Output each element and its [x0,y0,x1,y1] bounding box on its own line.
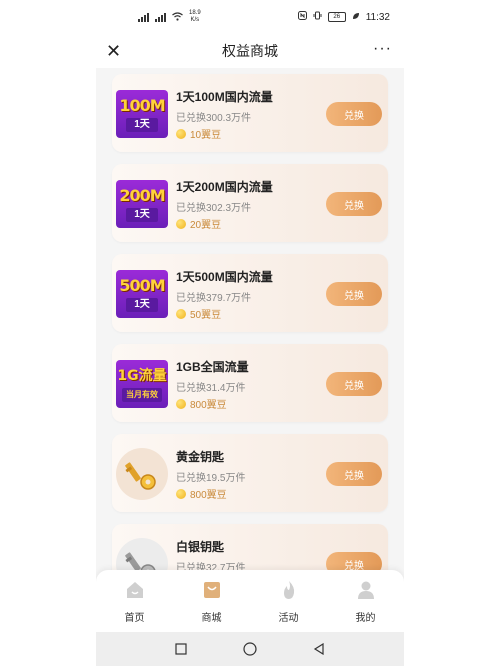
price-value: 800翼豆 [190,400,227,411]
product-title: 白银钥匙 [176,540,225,554]
redeem-button[interactable]: 兑换 [326,282,382,306]
tab-label: 商城 [201,613,222,624]
product-title: 1GB全国流量 [176,360,249,374]
more-options-icon[interactable]: ··· [373,40,392,58]
signal-icon [155,12,166,22]
product-card[interactable]: 200M 1天 1天200M国内流量 已兑换302.3万件 20翼豆 兑换 [112,164,388,242]
close-icon[interactable]: ✕ [106,41,121,62]
network-speed-unit: K/s [190,17,200,23]
product-thumbnail: 500M 1天 [116,268,168,320]
coin-icon [176,218,186,229]
data-package-badge: 1G流量 当月有效 [116,360,168,408]
battery-icon: 26 [327,12,346,22]
shopping-bag-icon [202,580,222,605]
badge-amount: 200M [119,186,165,205]
product-sold-count: 已兑换300.3万件 [176,113,252,124]
product-title: 黄金钥匙 [176,450,225,464]
redeem-button[interactable]: 兑换 [326,102,382,126]
product-card[interactable]: 黄金钥匙 已兑换19.5万件 800翼豆 兑换 [112,434,388,512]
product-price: 20翼豆 [176,216,221,231]
product-thumbnail: 200M 1天 [116,178,168,230]
coin-icon [176,128,186,139]
system-nav-bar [96,632,404,666]
badge-amount: 1G流量 [117,368,167,384]
user-icon [356,580,376,605]
nfc-icon [297,11,307,23]
data-package-badge: 200M 1天 [116,180,168,228]
product-thumbnail [116,448,168,500]
badge-amount: 500M [119,276,165,295]
redeem-button[interactable]: 兑换 [326,462,382,486]
product-card[interactable]: 100M 1天 1天100M国内流量 已兑换300.3万件 10翼豆 兑换 [112,74,388,152]
home-circle-icon[interactable] [240,639,260,659]
price-value: 800翼豆 [190,490,227,501]
product-card[interactable]: 1G流量 当月有效 1GB全国流量 已兑换31.4万件 800翼豆 兑换 [112,344,388,422]
coin-icon [176,398,186,409]
tab-label: 我的 [355,613,376,624]
gold-key-icon [116,448,168,500]
badge-duration: 1天 [126,298,158,312]
coin-icon [176,308,186,319]
clock-time: 11:32 [365,11,390,23]
tab-mine[interactable]: 我的 [327,570,404,632]
tab-activity[interactable]: 活动 [250,570,327,632]
product-thumbnail: 100M 1天 [116,88,168,140]
flame-icon [279,580,299,605]
product-price: 10翼豆 [176,126,221,141]
coin-icon [176,488,186,499]
product-title: 1天500M国内流量 [176,270,273,284]
tab-label: 活动 [278,613,299,624]
product-sold-count: 已兑换31.4万件 [176,383,246,394]
price-value: 50翼豆 [190,310,222,321]
product-sold-count: 已兑换302.3万件 [176,203,252,214]
vibrate-icon [313,11,322,23]
network-speed-value: 18.9 [189,10,201,16]
page-title: 权益商城 [222,43,278,59]
product-price: 800翼豆 [176,396,227,411]
wifi-icon [172,11,183,23]
price-value: 10翼豆 [190,130,222,141]
product-sold-count: 已兑换379.7万件 [176,293,252,304]
product-title: 1天200M国内流量 [176,180,273,194]
product-thumbnail: 1G流量 当月有效 [116,358,168,410]
tab-home[interactable]: 首页 [96,570,173,632]
phone-screen: 18.9 K/s 26 11:32 ✕ 权益商城 ··· 100M 1天 1天1… [96,0,404,666]
back-triangle-icon[interactable] [309,639,329,659]
signal-icon [138,12,149,22]
product-title: 1天100M国内流量 [176,90,273,104]
network-speed: 18.9 K/s [189,10,201,24]
tab-label: 首页 [124,613,145,624]
page-header: ✕ 权益商城 ··· [96,34,404,68]
recent-apps-icon[interactable] [171,639,191,659]
data-package-badge: 500M 1天 [116,270,168,318]
home-icon [125,580,145,605]
redeem-button[interactable]: 兑换 [326,192,382,216]
badge-duration: 1天 [126,118,158,132]
product-card[interactable]: 500M 1天 1天500M国内流量 已兑换379.7万件 50翼豆 兑换 [112,254,388,332]
price-value: 20翼豆 [190,220,222,231]
status-right: 26 11:32 [297,11,390,23]
bottom-tab-bar: 首页 商城 活动 我的 [96,570,404,632]
product-price: 800翼豆 [176,486,227,501]
badge-amount: 100M [119,96,165,115]
status-left: 18.9 K/s [138,10,201,24]
status-bar: 18.9 K/s 26 11:32 [96,0,404,34]
product-sold-count: 已兑换19.5万件 [176,473,246,484]
redeem-button[interactable]: 兑换 [326,372,382,396]
badge-duration: 当月有效 [122,388,162,402]
badge-duration: 1天 [126,208,158,222]
product-price: 50翼豆 [176,306,221,321]
tab-mall[interactable]: 商城 [173,570,250,632]
data-package-badge: 100M 1天 [116,90,168,138]
leaf-icon [352,12,360,23]
